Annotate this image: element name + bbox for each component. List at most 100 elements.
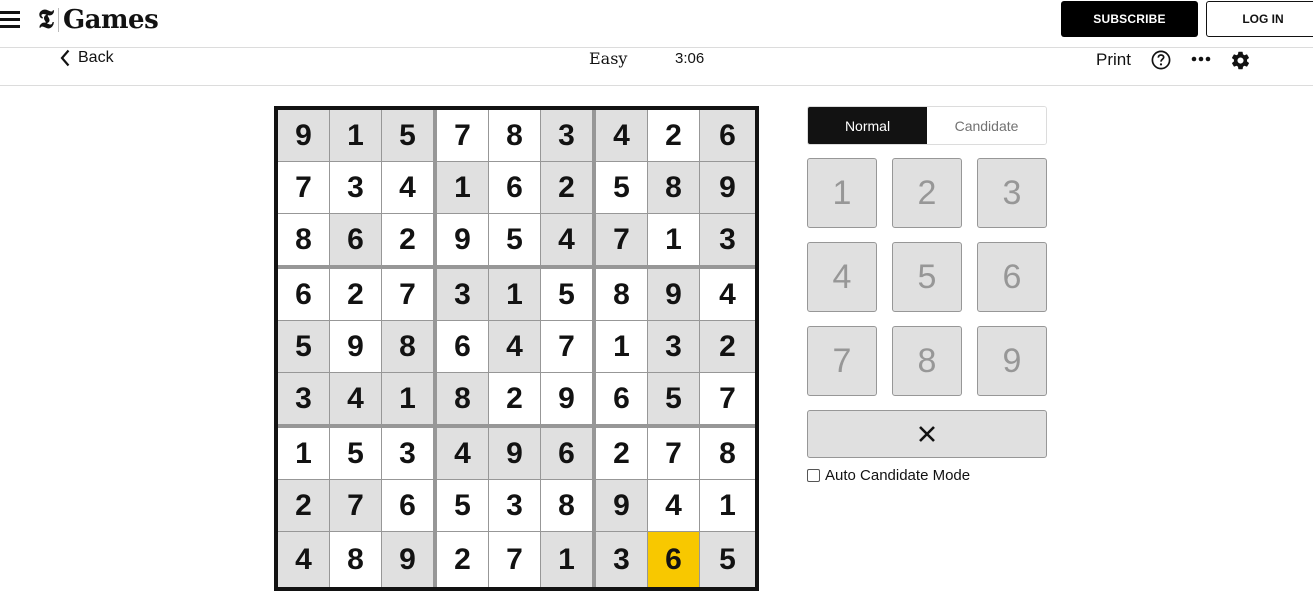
numpad-button-7[interactable]: 7 (807, 326, 877, 396)
board-cell[interactable]: 2 (278, 480, 329, 531)
numpad-button-9[interactable]: 9 (977, 326, 1047, 396)
board-cell[interactable]: 1 (437, 162, 488, 213)
board-cell[interactable]: 1 (596, 321, 647, 372)
numpad-button-8[interactable]: 8 (892, 326, 962, 396)
board-cell[interactable]: 3 (541, 110, 592, 161)
normal-mode-button[interactable]: Normal (808, 107, 927, 144)
auto-candidate-checkbox[interactable] (807, 469, 820, 482)
board-cell[interactable]: 5 (489, 214, 540, 265)
board-cell[interactable]: 9 (596, 480, 647, 531)
board-cell[interactable]: 9 (382, 532, 433, 587)
board-cell[interactable]: 4 (700, 269, 755, 320)
board-cell[interactable]: 5 (278, 321, 329, 372)
board-cell[interactable]: 1 (648, 214, 699, 265)
board-cell[interactable]: 4 (437, 428, 488, 479)
board-cell[interactable]: 2 (330, 269, 381, 320)
board-cell[interactable]: 5 (648, 373, 699, 424)
board-cell[interactable]: 6 (278, 269, 329, 320)
board-cell[interactable]: 3 (489, 480, 540, 531)
board-cell[interactable]: 6 (541, 428, 592, 479)
print-button[interactable]: Print (1096, 50, 1131, 70)
board-cell[interactable]: 4 (541, 214, 592, 265)
board-cell[interactable]: 9 (278, 110, 329, 161)
board-cell[interactable]: 4 (489, 321, 540, 372)
board-cell[interactable]: 7 (437, 110, 488, 161)
board-cell[interactable]: 4 (596, 110, 647, 161)
numpad-button-5[interactable]: 5 (892, 242, 962, 312)
board-cell[interactable]: 6 (437, 321, 488, 372)
board-cell[interactable]: 1 (541, 532, 592, 587)
board-cell[interactable]: 5 (330, 428, 381, 479)
menu-icon[interactable] (0, 11, 20, 29)
board-cell[interactable]: 3 (648, 321, 699, 372)
board-cell[interactable]: 7 (648, 428, 699, 479)
board-cell[interactable]: 9 (541, 373, 592, 424)
board-cell[interactable]: 3 (330, 162, 381, 213)
board-cell[interactable]: 6 (330, 214, 381, 265)
selected-cell[interactable]: 6 (648, 532, 699, 587)
nyt-games-logo[interactable]: 𝕿 Games (38, 3, 159, 37)
board-cell[interactable]: 7 (596, 214, 647, 265)
board-cell[interactable]: 7 (382, 269, 433, 320)
board-cell[interactable]: 2 (437, 532, 488, 587)
numpad-button-4[interactable]: 4 (807, 242, 877, 312)
board-cell[interactable]: 8 (489, 110, 540, 161)
board-cell[interactable]: 8 (700, 428, 755, 479)
candidate-mode-button[interactable]: Candidate (927, 107, 1046, 144)
delete-button[interactable] (807, 410, 1047, 458)
board-cell[interactable]: 2 (648, 110, 699, 161)
board-cell[interactable]: 6 (489, 162, 540, 213)
board-cell[interactable]: 4 (278, 532, 329, 587)
board-cell[interactable]: 8 (648, 162, 699, 213)
board-cell[interactable]: 5 (437, 480, 488, 531)
numpad-button-6[interactable]: 6 (977, 242, 1047, 312)
gear-icon[interactable] (1230, 50, 1251, 71)
timer[interactable]: 3:06 (675, 50, 704, 67)
board-cell[interactable]: 5 (700, 532, 755, 587)
board-cell[interactable]: 7 (541, 321, 592, 372)
numpad-button-1[interactable]: 1 (807, 158, 877, 228)
board-cell[interactable]: 4 (382, 162, 433, 213)
board-cell[interactable]: 3 (278, 373, 329, 424)
board-cell[interactable]: 5 (596, 162, 647, 213)
back-button[interactable]: Back (60, 48, 114, 68)
board-cell[interactable]: 6 (700, 110, 755, 161)
board-cell[interactable]: 1 (489, 269, 540, 320)
board-cell[interactable]: 8 (541, 480, 592, 531)
board-cell[interactable]: 3 (437, 269, 488, 320)
board-cell[interactable]: 7 (700, 373, 755, 424)
board-cell[interactable]: 3 (382, 428, 433, 479)
board-cell[interactable]: 7 (489, 532, 540, 587)
board-cell[interactable]: 7 (278, 162, 329, 213)
numpad-button-2[interactable]: 2 (892, 158, 962, 228)
board-cell[interactable]: 9 (330, 321, 381, 372)
board-cell[interactable]: 4 (648, 480, 699, 531)
board-cell[interactable]: 8 (382, 321, 433, 372)
board-cell[interactable]: 5 (541, 269, 592, 320)
board-cell[interactable]: 1 (278, 428, 329, 479)
board-cell[interactable]: 6 (596, 373, 647, 424)
help-icon[interactable] (1151, 50, 1171, 70)
board-cell[interactable]: 9 (700, 162, 755, 213)
board-cell[interactable]: 2 (489, 373, 540, 424)
board-cell[interactable]: 2 (700, 321, 755, 372)
board-cell[interactable]: 8 (278, 214, 329, 265)
board-cell[interactable]: 9 (489, 428, 540, 479)
subscribe-button[interactable]: SUBSCRIBE (1061, 1, 1198, 37)
board-cell[interactable]: 2 (382, 214, 433, 265)
board-cell[interactable]: 8 (596, 269, 647, 320)
more-icon[interactable] (1191, 56, 1211, 62)
board-cell[interactable]: 4 (330, 373, 381, 424)
board-cell[interactable]: 2 (541, 162, 592, 213)
board-cell[interactable]: 1 (382, 373, 433, 424)
login-button[interactable]: LOG IN (1206, 1, 1313, 37)
numpad-button-3[interactable]: 3 (977, 158, 1047, 228)
board-cell[interactable]: 1 (330, 110, 381, 161)
board-cell[interactable]: 8 (437, 373, 488, 424)
board-cell[interactable]: 7 (330, 480, 381, 531)
board-cell[interactable]: 8 (330, 532, 381, 587)
board-cell[interactable]: 3 (596, 532, 647, 587)
board-cell[interactable]: 6 (382, 480, 433, 531)
board-cell[interactable]: 3 (700, 214, 755, 265)
board-cell[interactable]: 9 (437, 214, 488, 265)
